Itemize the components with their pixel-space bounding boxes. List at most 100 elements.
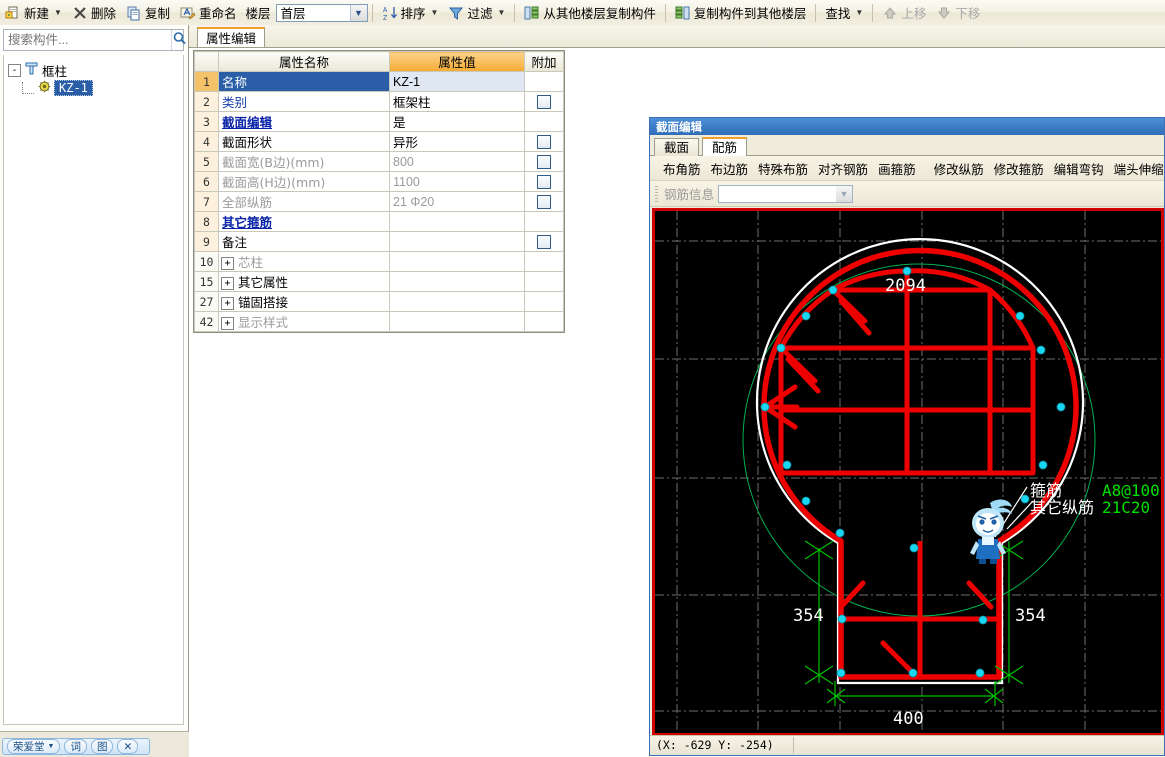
- row-property-value[interactable]: 异形: [389, 131, 525, 152]
- chevron-down-icon[interactable]: ▼: [54, 8, 62, 17]
- floor-select[interactable]: 首层 ▼: [275, 3, 368, 22]
- table-row[interactable]: 5 截面宽(B边)(mm) 800: [194, 151, 564, 172]
- sort-button[interactable]: AZ 排序 ▼: [377, 2, 444, 24]
- row-attach-cell[interactable]: [524, 151, 564, 172]
- copy-to-other-floor-button[interactable]: 复制构件到其他楼层: [670, 2, 812, 24]
- row-attach-cell[interactable]: [524, 231, 564, 252]
- attach-checkbox[interactable]: [537, 94, 551, 109]
- table-row[interactable]: 6 截面高(H边)(mm) 1100: [194, 171, 564, 192]
- chevron-down-icon[interactable]: ▼: [497, 8, 505, 17]
- filter-button[interactable]: 过滤 ▼: [443, 2, 510, 24]
- attach-checkbox[interactable]: [537, 174, 551, 189]
- ime-dictionary-button[interactable]: 词: [64, 739, 87, 754]
- row-property-name[interactable]: + 芯柱: [218, 251, 390, 272]
- ime-toolbar[interactable]: 荣爱堂 ▼ 词 图 ✕: [2, 738, 150, 755]
- expander-plus-icon[interactable]: +: [221, 277, 234, 291]
- toolbar-grip[interactable]: [655, 185, 658, 202]
- row-property-name[interactable]: + 其它属性: [218, 271, 390, 292]
- row-property-value[interactable]: [389, 231, 525, 252]
- row-attach-cell[interactable]: [524, 291, 564, 312]
- rebar-info-select[interactable]: ▼: [718, 184, 854, 203]
- row-attach-cell[interactable]: [524, 251, 564, 272]
- row-attach-cell[interactable]: [524, 191, 564, 212]
- row-property-name[interactable]: 全部纵筋: [218, 191, 390, 212]
- search-input[interactable]: [4, 32, 171, 48]
- table-row[interactable]: 2 类别 框架柱: [194, 91, 564, 112]
- table-row[interactable]: 10 + 芯柱: [194, 251, 564, 272]
- move-down-button[interactable]: 下移: [931, 2, 985, 24]
- row-property-value[interactable]: 800: [389, 151, 525, 172]
- expander-plus-icon[interactable]: +: [221, 297, 234, 311]
- expander-minus-icon[interactable]: -: [8, 63, 21, 77]
- chevron-down-icon[interactable]: ▼: [836, 185, 853, 202]
- attach-checkbox[interactable]: [537, 154, 551, 169]
- tool-corner-rebar[interactable]: 布角筋: [658, 157, 706, 180]
- chevron-down-icon[interactable]: ▼: [349, 4, 367, 21]
- table-row[interactable]: 9 备注: [194, 231, 564, 252]
- row-property-name[interactable]: 名称: [218, 71, 390, 92]
- row-property-value[interactable]: 框架柱: [389, 91, 525, 112]
- row-property-value[interactable]: [389, 251, 525, 272]
- table-row[interactable]: 3 截面编辑 是: [194, 111, 564, 132]
- tool-edit-hook[interactable]: 编辑弯钩: [1049, 157, 1109, 180]
- attach-checkbox[interactable]: [537, 194, 551, 209]
- rename-button[interactable]: 重命名: [175, 2, 242, 24]
- new-button[interactable]: 新建 ▼: [0, 2, 67, 24]
- row-property-value[interactable]: [389, 311, 525, 332]
- ime-toolbox-button[interactable]: 图: [90, 739, 114, 754]
- row-property-name[interactable]: 截面形状: [218, 131, 390, 152]
- attach-checkbox[interactable]: [537, 134, 551, 149]
- row-property-value[interactable]: 是: [389, 111, 525, 132]
- move-up-button[interactable]: 上移: [877, 2, 931, 24]
- property-grid[interactable]: 属性名称 属性值 附加 1 名称 KZ-1 2 类别 框架柱 3 截面编辑是 4 截面形状 异形 5 截…: [193, 50, 565, 333]
- row-property-name[interactable]: 截面编辑: [218, 111, 390, 132]
- section-canvas[interactable]: 2094 354 354 400 箍筋 其它纵筋 A8@100 21C20: [652, 208, 1164, 736]
- row-attach-cell[interactable]: [524, 271, 564, 292]
- row-property-value[interactable]: 21 Φ20: [389, 191, 525, 212]
- tool-edge-rebar[interactable]: 布边筋: [706, 157, 754, 180]
- chevron-down-icon[interactable]: ▼: [48, 743, 55, 750]
- row-property-value[interactable]: [389, 291, 525, 312]
- row-attach-cell[interactable]: [524, 131, 564, 152]
- tree-child-node[interactable]: KZ-1: [22, 79, 179, 97]
- section-drawing[interactable]: 2094 354 354 400 箍筋 其它纵筋 A8@100 21C20: [655, 211, 1161, 733]
- row-property-value[interactable]: [389, 211, 525, 232]
- tool-modify-stirrup[interactable]: 修改箍筋: [989, 157, 1049, 180]
- attach-checkbox[interactable]: [537, 234, 551, 249]
- row-attach-cell[interactable]: [524, 171, 564, 192]
- tab-section[interactable]: 截面: [654, 138, 700, 156]
- chevron-down-icon[interactable]: ▼: [855, 8, 863, 17]
- expander-plus-icon[interactable]: +: [221, 317, 234, 331]
- table-row[interactable]: 4 截面形状 异形: [194, 131, 564, 152]
- tool-align-rebar[interactable]: 对齐钢筋: [813, 157, 873, 180]
- row-property-name[interactable]: 截面宽(B边)(mm): [218, 151, 390, 172]
- row-property-name[interactable]: 截面高(H边)(mm): [218, 171, 390, 192]
- ime-close-button[interactable]: ✕: [117, 739, 139, 754]
- row-attach-cell[interactable]: [524, 111, 564, 132]
- table-row[interactable]: 42 + 显示样式: [194, 311, 564, 332]
- chevron-down-icon[interactable]: ▼: [431, 8, 439, 17]
- table-row[interactable]: 7 全部纵筋 21 Φ20: [194, 191, 564, 212]
- tree-child-label[interactable]: KZ-1: [54, 80, 93, 96]
- tab-property-editor[interactable]: 属性编辑: [197, 27, 266, 47]
- table-row[interactable]: 27 + 锚固搭接: [194, 291, 564, 312]
- row-property-value[interactable]: 1100: [389, 171, 525, 192]
- tool-end-extension[interactable]: 端头伸缩: [1109, 157, 1164, 180]
- tree-root-node[interactable]: - 框柱: [8, 61, 179, 79]
- delete-button[interactable]: 删除: [67, 2, 121, 24]
- tool-draw-stirrup[interactable]: 画箍筋: [873, 157, 921, 180]
- row-attach-cell[interactable]: [524, 211, 564, 232]
- table-row[interactable]: 8 其它箍筋: [194, 211, 564, 232]
- row-attach-cell[interactable]: [524, 71, 564, 92]
- table-row[interactable]: 1 名称 KZ-1: [194, 71, 564, 92]
- search-button[interactable]: [171, 30, 187, 50]
- expander-plus-icon[interactable]: +: [221, 257, 234, 271]
- component-tree[interactable]: - 框柱 KZ-1: [3, 55, 184, 725]
- tool-special-rebar[interactable]: 特殊布筋: [753, 157, 813, 180]
- row-property-name[interactable]: 其它箍筋: [218, 211, 390, 232]
- ime-name-button[interactable]: 荣爱堂 ▼: [7, 739, 61, 754]
- row-property-name[interactable]: 备注: [218, 231, 390, 252]
- row-property-name[interactable]: + 锚固搭接: [218, 291, 390, 312]
- copy-from-other-floor-button[interactable]: 从其他楼层复制构件: [519, 2, 661, 24]
- row-property-value[interactable]: [389, 271, 525, 292]
